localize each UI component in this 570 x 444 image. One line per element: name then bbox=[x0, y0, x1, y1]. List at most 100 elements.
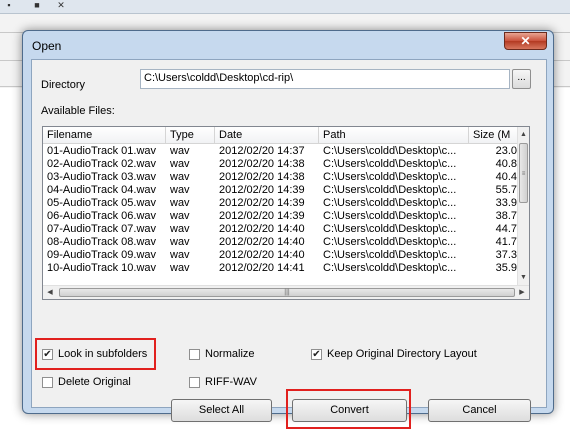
column-header-date[interactable]: Date bbox=[215, 127, 319, 144]
cell-filename: 04-AudioTrack 04.wav bbox=[47, 184, 157, 196]
close-icon: ✕ bbox=[520, 34, 531, 48]
cancel-button[interactable]: Cancel bbox=[428, 399, 531, 422]
checkbox-unchecked-icon bbox=[189, 377, 200, 388]
cell-size: 37.3 bbox=[495, 249, 517, 261]
cell-type: wav bbox=[170, 145, 190, 157]
scroll-right-arrow-icon[interactable]: ▶ bbox=[515, 286, 529, 299]
column-header-size[interactable]: Size (M bbox=[469, 127, 519, 144]
cell-date: 2012/02/20 14:39 bbox=[219, 197, 305, 209]
scroll-down-arrow-icon[interactable]: ▼ bbox=[518, 272, 529, 283]
cell-date: 2012/02/20 14:40 bbox=[219, 236, 305, 248]
cell-path: C:\Users\coldd\Desktop\c... bbox=[323, 184, 457, 196]
cell-type: wav bbox=[170, 210, 190, 222]
highlight-look-in-subfolders bbox=[35, 338, 156, 370]
browse-button[interactable]: ... bbox=[512, 69, 531, 89]
table-row[interactable]: 10-AudioTrack 10.wav wav 2012/02/20 14:4… bbox=[43, 262, 519, 275]
cell-size: 40.4 bbox=[495, 171, 517, 183]
cell-path: C:\Users\coldd\Desktop\c... bbox=[323, 158, 457, 170]
file-list-header: Filename Type Date Path Size (M bbox=[43, 127, 519, 144]
cell-filename: 01-AudioTrack 01.wav bbox=[47, 145, 157, 157]
cell-type: wav bbox=[170, 262, 190, 274]
cell-size: 40.8 bbox=[495, 158, 517, 170]
highlight-convert bbox=[286, 389, 411, 429]
cell-path: C:\Users\coldd\Desktop\c... bbox=[323, 210, 457, 222]
riff-wav-label: RIFF-WAV bbox=[205, 376, 257, 388]
table-row[interactable]: 04-AudioTrack 04.wav wav 2012/02/20 14:3… bbox=[43, 184, 519, 197]
checkbox-unchecked-icon bbox=[189, 349, 200, 360]
table-row[interactable]: 09-AudioTrack 09.wav wav 2012/02/20 14:4… bbox=[43, 249, 519, 262]
normalize-label: Normalize bbox=[205, 348, 255, 360]
directory-label: Directory bbox=[41, 79, 86, 91]
cell-size: 38.7 bbox=[495, 210, 517, 222]
table-row[interactable]: 02-AudioTrack 02.wav wav 2012/02/20 14:3… bbox=[43, 158, 519, 171]
horizontal-scrollbar[interactable]: ◀ ||| ▶ bbox=[43, 285, 529, 299]
available-files-label: Available Files: bbox=[41, 105, 115, 117]
file-list[interactable]: Filename Type Date Path Size (M 01-Audio… bbox=[42, 126, 530, 300]
table-row[interactable]: 07-AudioTrack 07.wav wav 2012/02/20 14:4… bbox=[43, 223, 519, 236]
checkbox-unchecked-icon bbox=[42, 377, 53, 388]
cell-path: C:\Users\coldd\Desktop\c... bbox=[323, 145, 457, 157]
cell-size: 35.9 bbox=[495, 262, 517, 274]
keep-original-layout-checkbox[interactable]: ✔ Keep Original Directory Layout bbox=[311, 348, 501, 362]
cell-date: 2012/02/20 14:40 bbox=[219, 223, 305, 235]
open-dialog: Open ✕ Directory C:\Users\coldd\Desktop\… bbox=[22, 30, 554, 429]
horizontal-scroll-thumb[interactable]: ||| bbox=[59, 288, 515, 297]
keep-original-layout-label: Keep Original Directory Layout bbox=[327, 348, 477, 360]
vertical-scroll-thumb[interactable]: ≡ bbox=[519, 143, 528, 203]
cell-path: C:\Users\coldd\Desktop\c... bbox=[323, 236, 457, 248]
cell-filename: 06-AudioTrack 06.wav bbox=[47, 210, 157, 222]
directory-input[interactable]: C:\Users\coldd\Desktop\cd-rip\ bbox=[140, 69, 510, 89]
checkbox-checked-icon: ✔ bbox=[311, 349, 322, 360]
cell-type: wav bbox=[170, 158, 190, 170]
cell-type: wav bbox=[170, 197, 190, 209]
cell-type: wav bbox=[170, 171, 190, 183]
column-header-path[interactable]: Path bbox=[319, 127, 469, 144]
cell-size: 41.7 bbox=[495, 236, 517, 248]
riff-wav-checkbox[interactable]: RIFF-WAV bbox=[189, 376, 279, 390]
background-close-icon[interactable]: ✕ bbox=[54, 0, 68, 10]
cell-date: 2012/02/20 14:38 bbox=[219, 171, 305, 183]
cell-type: wav bbox=[170, 249, 190, 261]
cell-type: wav bbox=[170, 184, 190, 196]
normalize-checkbox[interactable]: Normalize bbox=[189, 348, 279, 362]
delete-original-label: Delete Original bbox=[58, 376, 131, 388]
cell-path: C:\Users\coldd\Desktop\c... bbox=[323, 249, 457, 261]
cell-date: 2012/02/20 14:38 bbox=[219, 158, 305, 170]
scroll-up-arrow-icon[interactable]: ▲ bbox=[518, 129, 529, 140]
cell-filename: 05-AudioTrack 05.wav bbox=[47, 197, 157, 209]
cell-filename: 07-AudioTrack 07.wav bbox=[47, 223, 157, 235]
delete-original-checkbox[interactable]: Delete Original bbox=[42, 376, 152, 390]
cell-size: 23.0 bbox=[495, 145, 517, 157]
select-all-button[interactable]: Select All bbox=[171, 399, 272, 422]
cell-filename: 03-AudioTrack 03.wav bbox=[47, 171, 157, 183]
cell-filename: 10-AudioTrack 10.wav bbox=[47, 262, 157, 274]
cell-date: 2012/02/20 14:41 bbox=[219, 262, 305, 274]
cell-path: C:\Users\coldd\Desktop\c... bbox=[323, 197, 457, 209]
background-save-icon[interactable]: ■ bbox=[30, 0, 44, 10]
cell-path: C:\Users\coldd\Desktop\c... bbox=[323, 223, 457, 235]
column-header-type[interactable]: Type bbox=[166, 127, 215, 144]
scroll-left-arrow-icon[interactable]: ◀ bbox=[43, 286, 57, 299]
cell-filename: 08-AudioTrack 08.wav bbox=[47, 236, 157, 248]
dialog-title: Open bbox=[32, 39, 62, 53]
cell-size: 33.9 bbox=[495, 197, 517, 209]
table-row[interactable]: 08-AudioTrack 08.wav wav 2012/02/20 14:4… bbox=[43, 236, 519, 249]
cell-filename: 02-AudioTrack 02.wav bbox=[47, 158, 157, 170]
cell-size: 55.7 bbox=[495, 184, 517, 196]
table-row[interactable]: 03-AudioTrack 03.wav wav 2012/02/20 14:3… bbox=[43, 171, 519, 184]
table-row[interactable]: 01-AudioTrack 01.wav wav 2012/02/20 14:3… bbox=[43, 145, 519, 158]
table-row[interactable]: 05-AudioTrack 05.wav wav 2012/02/20 14:3… bbox=[43, 197, 519, 210]
cell-date: 2012/02/20 14:39 bbox=[219, 210, 305, 222]
dialog-client-area: Directory C:\Users\coldd\Desktop\cd-rip\… bbox=[31, 59, 547, 429]
file-list-rows: 01-AudioTrack 01.wav wav 2012/02/20 14:3… bbox=[43, 145, 519, 285]
background-toolbar-button[interactable]: ▪ bbox=[2, 0, 16, 10]
cell-filename: 09-AudioTrack 09.wav bbox=[47, 249, 157, 261]
close-button[interactable]: ✕ bbox=[504, 32, 547, 50]
cell-date: 2012/02/20 14:39 bbox=[219, 184, 305, 196]
cell-type: wav bbox=[170, 236, 190, 248]
cell-date: 2012/02/20 14:37 bbox=[219, 145, 305, 157]
vertical-scrollbar[interactable]: ▲ ≡ ▼ bbox=[517, 127, 529, 285]
table-row[interactable]: 06-AudioTrack 06.wav wav 2012/02/20 14:3… bbox=[43, 210, 519, 223]
column-header-filename[interactable]: Filename bbox=[43, 127, 166, 144]
cell-path: C:\Users\coldd\Desktop\c... bbox=[323, 262, 457, 274]
